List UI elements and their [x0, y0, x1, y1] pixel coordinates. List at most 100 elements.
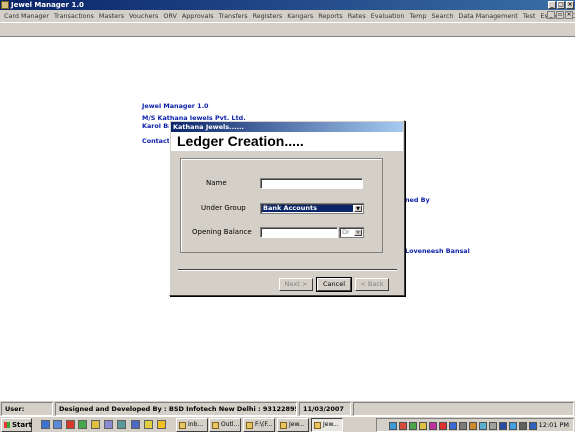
task-outlook[interactable]: Outl... — [209, 418, 241, 432]
menu-search[interactable]: Search — [429, 10, 456, 22]
start-label: Start — [12, 421, 32, 429]
close-icon[interactable]: × — [566, 1, 574, 9]
chevron-down-icon[interactable]: ▼ — [354, 205, 362, 212]
outlook-icon[interactable] — [53, 420, 62, 429]
dialog-title: Kathana Jewels...... — [171, 122, 403, 132]
next-button[interactable]: Next > — [279, 278, 313, 291]
tray-icon[interactable] — [419, 422, 427, 430]
menu-rates[interactable]: Rates — [346, 10, 369, 22]
workspace-address: Karol Ba — [142, 122, 173, 130]
toolbar — [0, 22, 575, 37]
task-explorer[interactable]: F:\(F... — [243, 418, 275, 432]
menu-reports[interactable]: Reports — [316, 10, 346, 22]
menu-masters[interactable]: Masters — [97, 10, 127, 22]
dialog-heading: Ledger Creation..... — [177, 133, 304, 149]
name-input[interactable] — [260, 178, 363, 189]
status-designer: Designed and Developed By : BSD Infotech… — [55, 402, 297, 416]
task-label: Jew... — [323, 421, 339, 428]
menu-transactions[interactable]: Transactions — [52, 10, 97, 22]
folder-icon[interactable] — [91, 420, 100, 429]
task-label: Outl... — [221, 421, 240, 428]
task-label: Inb... — [188, 421, 204, 428]
search-icon[interactable] — [131, 420, 140, 429]
taskbar: Start Inb... Outl... F:\(F... Jew... Jew… — [0, 416, 575, 432]
folder-icon — [246, 422, 253, 429]
mail-icon — [212, 422, 219, 429]
menu-evaluation[interactable]: Evaluation — [369, 10, 408, 22]
name-label: Name — [206, 179, 227, 187]
menu-transfers[interactable]: Transfers — [217, 10, 251, 22]
workspace-developer-name: Loveneesh Bansal — [405, 247, 470, 255]
task-jewel-2[interactable]: Jew... — [311, 418, 343, 432]
cancel-button[interactable]: Cancel — [316, 277, 352, 292]
status-date: 11/03/2007 — [299, 402, 351, 416]
status-empty-panel — [353, 402, 574, 416]
tray-icon[interactable] — [409, 422, 417, 430]
task-label: Jew... — [289, 421, 305, 428]
menu-card-manager[interactable]: Card Manager — [2, 10, 52, 22]
tray-icon[interactable] — [429, 422, 437, 430]
menu-temp[interactable]: Temp — [407, 10, 429, 22]
mail-icon — [179, 422, 186, 429]
mdi-restore-icon[interactable]: ▫ — [556, 11, 564, 19]
app-icon — [280, 422, 287, 429]
menu-bar: Card Manager Transactions Masters Vouche… — [0, 10, 575, 22]
task-inbox[interactable]: Inb... — [176, 418, 208, 432]
dr-cr-value: Dr — [342, 228, 350, 236]
quicklaunch-icon[interactable] — [144, 420, 153, 429]
mdi-close-icon[interactable]: × — [565, 11, 573, 19]
status-user: User: — [1, 402, 53, 416]
dr-cr-select[interactable]: Dr ▼ — [339, 227, 364, 238]
minimize-icon[interactable]: _ — [548, 1, 556, 9]
app-icon — [1, 1, 9, 9]
menu-registers[interactable]: Registers — [251, 10, 286, 22]
menu-vouchers[interactable]: Vouchers — [127, 10, 161, 22]
workspace-app-name: Jewel Manager 1.0 — [142, 102, 209, 110]
opening-balance-label: Opening Balance — [192, 228, 252, 236]
opening-balance-input[interactable] — [260, 227, 338, 238]
task-jewel-1[interactable]: Jew... — [277, 418, 309, 432]
media-player-icon[interactable] — [66, 420, 75, 429]
tray-icon[interactable] — [499, 422, 507, 430]
windows-logo-icon — [4, 422, 10, 428]
menu-kangars[interactable]: Kangars — [285, 10, 316, 22]
maximize-icon[interactable]: □ — [557, 1, 565, 9]
mdi-minimize-icon[interactable]: _ — [547, 11, 555, 19]
menu-approvals[interactable]: Approvals — [180, 10, 217, 22]
tray-icon[interactable] — [399, 422, 407, 430]
app-title-bar: Jewel Manager 1.0 _ □ × — [0, 0, 575, 10]
menu-test[interactable]: Test — [521, 10, 539, 22]
tray-icon[interactable] — [439, 422, 447, 430]
system-tray: 12:01 PM — [376, 418, 574, 432]
smiley-icon[interactable] — [157, 420, 166, 429]
tray-icon[interactable] — [459, 422, 467, 430]
ie-icon[interactable] — [41, 420, 50, 429]
back-button[interactable]: < Back — [355, 278, 389, 291]
task-label: F:\(F... — [255, 421, 273, 428]
menu-data-management[interactable]: Data Management — [456, 10, 520, 22]
tray-icon[interactable] — [529, 422, 537, 430]
workspace-designed-by: ned By — [405, 196, 430, 204]
tray-icon[interactable] — [389, 422, 397, 430]
tray-icon[interactable] — [479, 422, 487, 430]
menu-orv[interactable]: ORV — [161, 10, 180, 22]
under-group-label: Under Group — [201, 204, 246, 212]
ledger-creation-dialog: Kathana Jewels...... Ledger Creation....… — [169, 120, 405, 296]
dialog-divider — [178, 269, 397, 271]
tray-icon[interactable] — [449, 422, 457, 430]
volume-icon[interactable] — [489, 422, 497, 430]
quicklaunch-icon[interactable] — [78, 420, 87, 429]
tray-icon[interactable] — [469, 422, 477, 430]
network-icon[interactable] — [509, 422, 517, 430]
chevron-down-icon[interactable]: ▼ — [354, 229, 362, 236]
quicklaunch-icon[interactable] — [117, 420, 126, 429]
under-group-select[interactable]: Bank Accounts ▼ — [260, 203, 364, 214]
clock[interactable]: 12:01 PM — [539, 419, 569, 431]
app-title: Jewel Manager 1.0 — [11, 1, 84, 9]
app-icon — [314, 422, 321, 429]
tray-icon[interactable] — [519, 422, 527, 430]
start-button[interactable]: Start — [1, 418, 32, 432]
quicklaunch-icon[interactable] — [104, 420, 113, 429]
status-bar: User: Designed and Developed By : BSD In… — [0, 400, 575, 416]
dialog-heading-panel: Ledger Creation..... — [171, 132, 403, 151]
